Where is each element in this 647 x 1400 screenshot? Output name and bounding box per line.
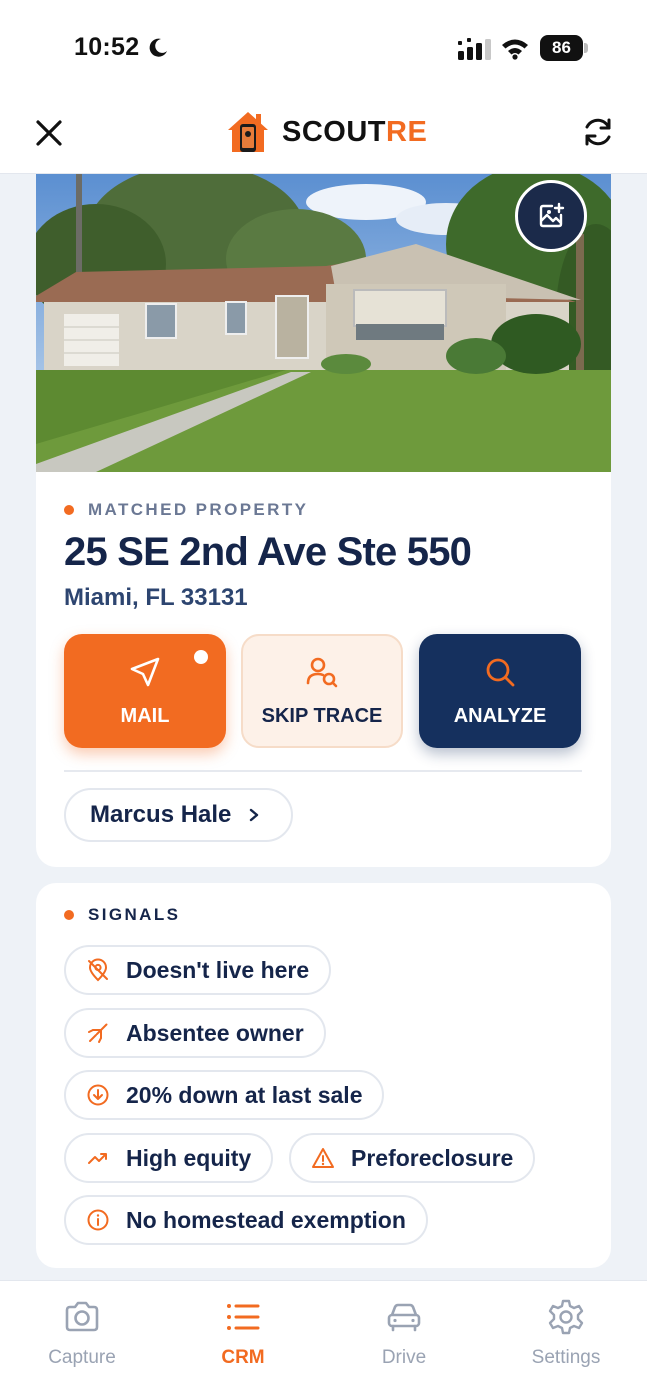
analyze-label: ANALYZE xyxy=(453,704,547,727)
house-logo-icon xyxy=(228,112,268,152)
property-address: 25 SE 2nd Ave Ste 550 xyxy=(64,530,472,574)
warning-icon xyxy=(312,1148,334,1168)
location-off-icon xyxy=(88,958,108,982)
skip-trace-label: SKIP TRACE xyxy=(261,704,383,727)
signal-chip[interactable]: Absentee owner xyxy=(64,1008,326,1058)
analyze-button[interactable]: ANALYZE xyxy=(419,634,581,748)
status-dot xyxy=(64,505,74,515)
signal-chip[interactable]: Preforeclosure xyxy=(289,1133,536,1183)
app-logo: SCOUTRE xyxy=(226,110,427,154)
signals-card: SIGNALS Doesn't live here Absentee owner… xyxy=(36,883,611,1268)
list-icon xyxy=(227,1304,260,1330)
add-photo-button[interactable] xyxy=(515,180,587,252)
status-bar: 10:52 86 xyxy=(0,0,647,96)
info-icon xyxy=(87,1209,109,1231)
brand-name: SCOUTRE xyxy=(282,115,428,148)
send-icon xyxy=(130,657,160,686)
skip-trace-button[interactable]: SKIP TRACE xyxy=(241,634,403,748)
chevron-right-icon xyxy=(250,808,259,822)
mail-button[interactable]: MAIL xyxy=(64,634,226,748)
battery-level: 86 xyxy=(540,35,583,61)
app-header: SCOUTRE xyxy=(0,96,647,174)
signal-chip[interactable]: No homestead exemption xyxy=(64,1195,428,1245)
property-city: Miami, FL 33131 xyxy=(64,584,248,611)
car-icon xyxy=(387,1303,421,1332)
gear-icon xyxy=(548,1299,584,1335)
matched-property-label: MATCHED PROPERTY xyxy=(64,500,308,520)
camera-icon xyxy=(65,1301,99,1332)
signal-chip[interactable]: High equity xyxy=(64,1133,274,1183)
close-icon[interactable] xyxy=(32,116,66,150)
tab-settings[interactable]: Settings xyxy=(506,1297,626,1369)
moon-icon xyxy=(149,38,167,57)
tab-capture[interactable]: Capture xyxy=(22,1297,142,1369)
signals-label: SIGNALS xyxy=(64,905,180,925)
arrow-down-circle-icon xyxy=(87,1084,109,1106)
trending-up-icon xyxy=(88,1153,107,1164)
tab-crm[interactable]: CRM xyxy=(183,1297,303,1369)
search-icon xyxy=(486,658,515,686)
user-search-icon xyxy=(306,657,338,687)
notification-dot xyxy=(194,650,208,664)
divider xyxy=(64,770,582,772)
cellular-signal-icon xyxy=(458,38,491,60)
owner-name: Marcus Hale xyxy=(90,801,232,828)
battery-indicator: 86 xyxy=(540,35,588,61)
status-time: 10:52 xyxy=(74,33,140,61)
property-info-card: MATCHED PROPERTY 25 SE 2nd Ave Ste 550 M… xyxy=(36,472,611,867)
status-dot xyxy=(64,910,74,920)
tab-bar: Capture CRM Drive Settings xyxy=(0,1280,647,1400)
refresh-icon[interactable] xyxy=(580,114,616,150)
plane-icon xyxy=(88,1023,108,1043)
signal-chip[interactable]: Doesn't live here xyxy=(64,945,332,995)
add-image-icon xyxy=(539,202,565,228)
mail-label: MAIL xyxy=(120,704,170,727)
tab-drive[interactable]: Drive xyxy=(344,1297,464,1369)
owner-chip[interactable]: Marcus Hale xyxy=(64,788,294,842)
signal-chip[interactable]: 20% down at last sale xyxy=(64,1070,385,1120)
wifi-icon xyxy=(502,39,528,60)
